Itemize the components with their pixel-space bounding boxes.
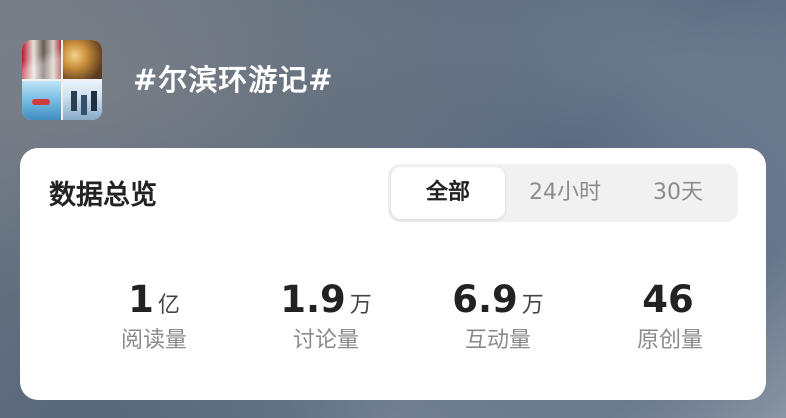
stat-originals: 46 原创量 — [595, 278, 745, 356]
stat-discussions: 1.9 万 讨论量 — [251, 278, 401, 356]
tab-30-days[interactable]: 30天 — [621, 167, 735, 219]
stat-reads-label: 阅读量 — [120, 328, 187, 353]
stat-reads-unit: 亿 — [157, 293, 180, 318]
stat-originals-label: 原创量 — [636, 328, 703, 353]
topic-thumbnail[interactable] — [22, 40, 102, 120]
thumbnail-photo-2 — [63, 40, 102, 79]
stat-interactions: 6.9 万 互动量 — [423, 278, 573, 356]
stats-row: 1亿 阅读量 1.9 万 讨论量 6.9 万 互动量 46 原创量 — [20, 278, 766, 368]
stat-interactions-value: 6.9 — [452, 278, 518, 321]
topic-title: #尔滨环游记# — [133, 63, 334, 97]
stat-originals-value: 46 — [642, 278, 694, 321]
thumbnail-photo-1 — [22, 40, 61, 79]
thumbnail-photo-3 — [22, 81, 61, 120]
stat-reads: 1亿 阅读量 — [79, 278, 229, 356]
time-range-tabs: 全部 24小时 30天 — [388, 164, 738, 222]
stat-interactions-label: 互动量 — [464, 328, 531, 353]
stat-discussions-unit: 万 — [349, 293, 372, 318]
tab-24-hours[interactable]: 24小时 — [508, 167, 622, 219]
tab-all[interactable]: 全部 — [391, 167, 505, 219]
stat-discussions-value: 1.9 — [280, 278, 346, 321]
overview-title: 数据总览 — [49, 180, 157, 211]
data-overview-card: 数据总览 全部 24小时 30天 1亿 阅读量 1.9 万 讨论量 6.9 万 互动… — [20, 148, 766, 400]
stat-interactions-unit: 万 — [521, 293, 544, 318]
stat-reads-value: 1 — [128, 278, 154, 321]
thumbnail-photo-4 — [63, 81, 102, 120]
stat-discussions-label: 讨论量 — [292, 328, 359, 353]
